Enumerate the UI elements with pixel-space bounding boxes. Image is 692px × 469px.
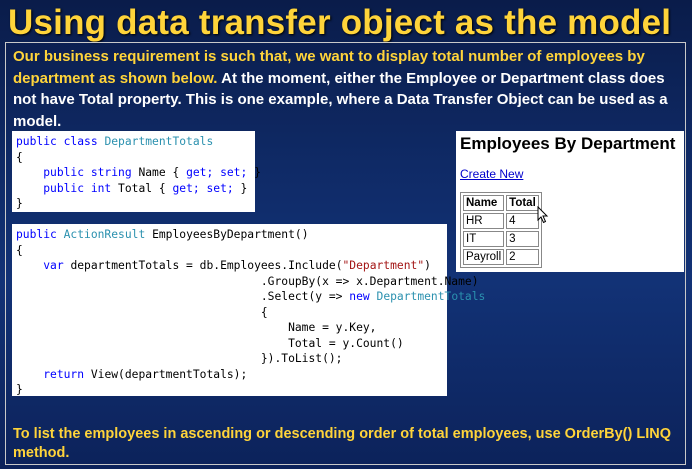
table-row: Payroll 2 [463,249,539,265]
code-token: View(departmentTotals); [90,367,248,381]
column-header-total: Total [506,195,539,211]
code-token: EmployeesByDepartment() [152,228,309,241]
browser-output-preview: Employees By Department Create New Name … [456,131,684,272]
cell-total: 3 [506,231,539,247]
code-token: .GroupBy(x => x.Department.Name) [260,274,479,288]
create-new-link[interactable]: Create New [460,167,680,181]
employees-table: Name Total HR 4 IT 3 Payroll 2 [460,192,542,268]
table-row: HR 4 [463,213,539,229]
mouse-cursor-icon [537,206,549,224]
code-token: Name { [138,166,180,179]
code-token: ActionResult [63,228,146,241]
code-token: DepartmentTotals [104,135,214,148]
page-heading: Employees By Department [460,134,676,153]
code-token: get; set; [186,166,248,179]
code-token: ) [424,259,431,272]
code-token: { [260,305,268,319]
department-totals-class-code: public class DepartmentTotals { public s… [12,131,261,212]
code-token: Name = y.Key, [288,321,377,334]
code-token: get; set; [172,181,234,195]
code-token: { [16,243,23,257]
code-token: Total { [118,181,166,195]
code-token: public class [16,135,98,148]
code-token: } [254,166,261,179]
code-token: } [16,383,23,396]
slide-title: Using data transfer object as the model [8,3,672,42]
footer-note: To list the employees in ascending or de… [13,426,672,461]
code-token: public string [43,166,132,179]
code-token: public int [43,181,112,195]
cell-name: IT [463,231,505,247]
code-token: var [43,259,64,272]
table-row: IT 3 [463,231,539,247]
intro-text: Our business requirement is such that, w… [13,46,683,132]
code-token: { [16,150,23,164]
code-token: "Department" [342,259,425,272]
code-token: } [16,197,23,210]
cell-total: 4 [506,213,539,229]
column-header-name: Name [463,195,505,211]
cell-total: 2 [506,249,539,265]
code-token: DepartmentTotals [376,290,486,303]
cell-name: HR [463,213,505,229]
action-method-code: public ActionResult EmployeesByDepartmen… [12,224,485,396]
code-token: new [349,290,370,303]
code-token: } [240,181,248,195]
code-token: .Select(y => [260,290,343,303]
cell-name: Payroll [463,249,505,265]
code-token: }).ToList(); [260,352,343,365]
code-token: return [43,367,85,381]
code-token: Total = y.Count() [288,336,404,350]
table-header-row: Name Total [463,195,539,211]
code-token: departmentTotals = db.Employees.Include( [70,259,343,272]
code-token: public [16,228,57,241]
